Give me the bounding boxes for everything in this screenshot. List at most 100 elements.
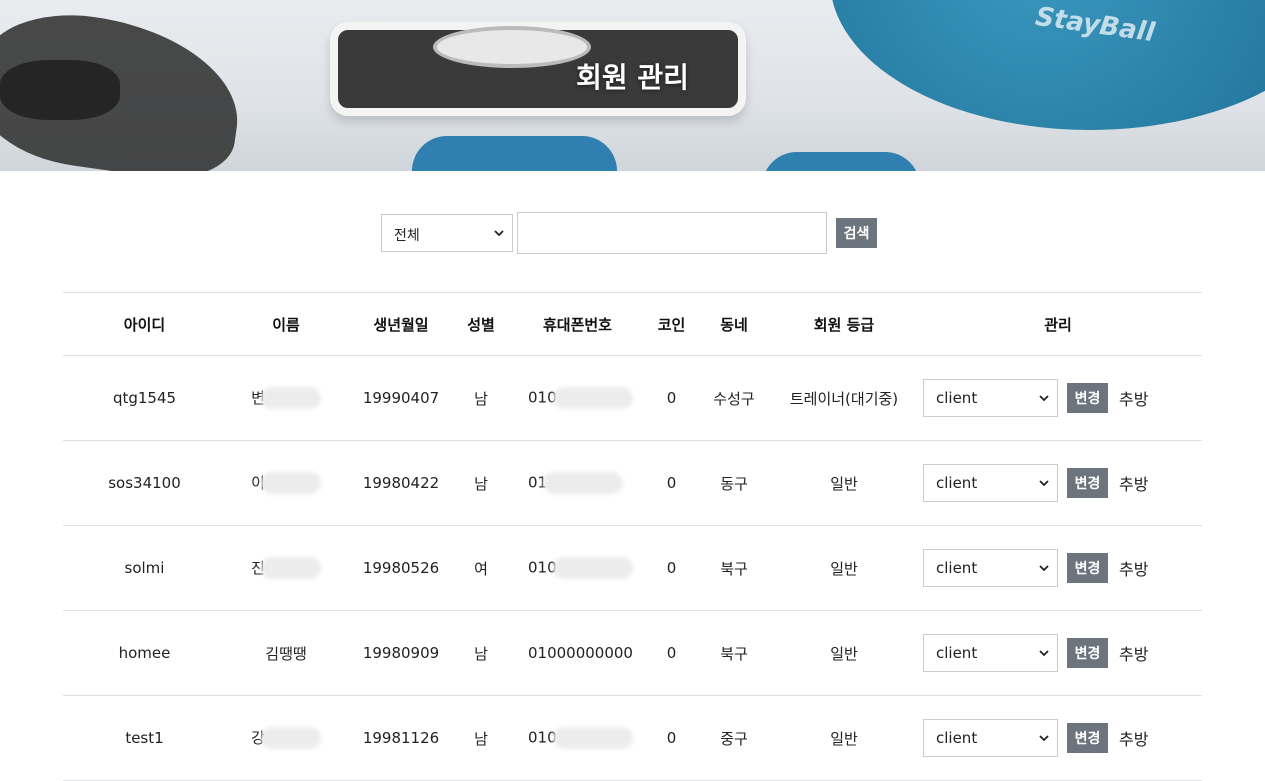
cell-grade: 일반 xyxy=(774,695,914,781)
cell-id: solmi xyxy=(63,525,226,611)
redaction-blur xyxy=(260,557,321,580)
cell-id: homee xyxy=(63,610,226,696)
member-id: test1 xyxy=(125,729,164,747)
cell-id: sos34100 xyxy=(63,440,226,526)
member-gender: 여 xyxy=(474,559,488,578)
redaction-blur xyxy=(552,557,633,579)
role-select-value: client xyxy=(936,559,978,577)
cell-coin: 0 xyxy=(649,355,694,441)
cell-area: 북구 xyxy=(694,610,774,696)
role-select[interactable]: client xyxy=(923,634,1058,672)
role-select[interactable]: client xyxy=(923,549,1058,587)
member-grade: 일반 xyxy=(830,644,858,663)
kick-member-button[interactable]: 추방 xyxy=(1119,641,1148,665)
chevron-down-icon xyxy=(1039,480,1049,487)
column-header: 아이디 xyxy=(63,292,226,356)
member-area: 수성구 xyxy=(713,389,755,408)
cell-coin: 0 xyxy=(649,695,694,781)
search-filter-select[interactable]: 전체 xyxy=(381,214,513,252)
search-input[interactable] xyxy=(517,212,827,254)
change-role-button[interactable]: 변경 xyxy=(1067,553,1108,583)
search-filter-value: 전체 xyxy=(394,228,420,244)
chevron-down-icon xyxy=(1039,395,1049,402)
member-gender: 남 xyxy=(474,389,488,408)
cell-gender: 남 xyxy=(456,610,506,696)
member-birth: 19980909 xyxy=(362,644,440,662)
cell-area: 수성구 xyxy=(694,355,774,441)
cell-phone: 010 xyxy=(506,525,649,611)
cell-phone: 010 xyxy=(506,355,649,441)
redaction-blur xyxy=(543,472,624,494)
chevron-down-icon xyxy=(1039,565,1049,572)
cell-area: 북구 xyxy=(694,525,774,611)
cell-birth: 19980526 xyxy=(346,525,456,611)
column-header: 코인 xyxy=(649,292,694,356)
change-role-button[interactable]: 변경 xyxy=(1067,638,1108,668)
kick-member-button[interactable]: 추방 xyxy=(1119,471,1148,495)
column-header: 관리 xyxy=(914,292,1202,356)
management-controls: client 변경 추방 xyxy=(915,549,1201,587)
cell-grade: 일반 xyxy=(774,440,914,526)
cell-management: client 변경 추방 xyxy=(914,695,1202,781)
member-gender: 남 xyxy=(474,644,488,663)
cell-coin: 0 xyxy=(649,525,694,611)
management-controls: client 변경 추방 xyxy=(915,634,1201,672)
member-name: 김땡땡 xyxy=(265,644,307,663)
kick-member-button[interactable]: 추방 xyxy=(1119,386,1148,410)
table-row: test1 강 19981126 남 010 0 중구 일반 client 변경 추방 xyxy=(63,695,1202,781)
role-select[interactable]: client xyxy=(923,719,1058,757)
cell-phone: 01 xyxy=(506,440,649,526)
cell-management: client 변경 추방 xyxy=(914,610,1202,696)
column-header: 이름 xyxy=(226,292,346,356)
cell-birth: 19980422 xyxy=(346,440,456,526)
management-controls: client 변경 추방 xyxy=(915,719,1201,757)
role-select-value: client xyxy=(936,474,978,492)
cell-gender: 여 xyxy=(456,525,506,611)
cell-phone: 01000000000 xyxy=(506,610,649,696)
cell-name: 김땡땡 xyxy=(226,610,346,696)
search-button[interactable]: 검색 xyxy=(836,218,877,248)
table-row: sos34100 이 19980422 남 01 0 동구 일반 client 변경 추방 xyxy=(63,440,1202,526)
cell-area: 동구 xyxy=(694,440,774,526)
role-select-value: client xyxy=(936,644,978,662)
table-row: solmi 진 19980526 여 010 0 북구 일반 client 변경 추방 xyxy=(63,525,1202,611)
table-row: homee 김땡땡 19980909 남 01000000000 0 북구 일반 client… xyxy=(63,610,1202,696)
member-id: solmi xyxy=(124,559,165,577)
redaction-blur xyxy=(552,387,633,409)
cell-birth: 19981126 xyxy=(346,695,456,781)
cell-gender: 남 xyxy=(456,440,506,526)
member-phone: 01000000000 xyxy=(528,644,633,662)
cell-id: qtg1545 xyxy=(63,355,226,441)
change-role-button[interactable]: 변경 xyxy=(1067,723,1108,753)
cell-management: client 변경 추방 xyxy=(914,525,1202,611)
cell-name: 변 xyxy=(226,355,346,441)
chevron-down-icon xyxy=(1039,650,1049,657)
cell-coin: 0 xyxy=(649,610,694,696)
role-select[interactable]: client xyxy=(923,464,1058,502)
column-header: 동네 xyxy=(694,292,774,356)
column-header: 회원 등급 xyxy=(774,292,914,356)
kick-member-button[interactable]: 추방 xyxy=(1119,556,1148,580)
member-area: 동구 xyxy=(720,474,748,493)
page-title: 회원 관리 xyxy=(576,61,689,94)
cell-birth: 19990407 xyxy=(346,355,456,441)
member-grade: 일반 xyxy=(830,559,858,578)
member-id: qtg1545 xyxy=(112,389,177,407)
management-controls: client 변경 추방 xyxy=(915,379,1201,417)
cell-grade: 일반 xyxy=(774,525,914,611)
member-grade: 트레이너(대기중) xyxy=(789,389,899,408)
kick-member-button[interactable]: 추방 xyxy=(1119,726,1148,750)
cell-birth: 19980909 xyxy=(346,610,456,696)
member-id: sos34100 xyxy=(108,474,181,492)
role-select[interactable]: client xyxy=(923,379,1058,417)
redaction-blur xyxy=(260,387,321,410)
member-id: homee xyxy=(118,644,171,662)
cell-name: 이 xyxy=(226,440,346,526)
cell-grade: 트레이너(대기중) xyxy=(774,355,914,441)
change-role-button[interactable]: 변경 xyxy=(1067,383,1108,413)
member-birth: 19980422 xyxy=(362,474,440,492)
member-coin: 0 xyxy=(666,729,677,747)
change-role-button[interactable]: 변경 xyxy=(1067,468,1108,498)
table-body: qtg1545 변 19990407 남 010 0 수성구 트레이너(대기중) client… xyxy=(63,355,1202,781)
redaction-blur xyxy=(552,727,633,749)
